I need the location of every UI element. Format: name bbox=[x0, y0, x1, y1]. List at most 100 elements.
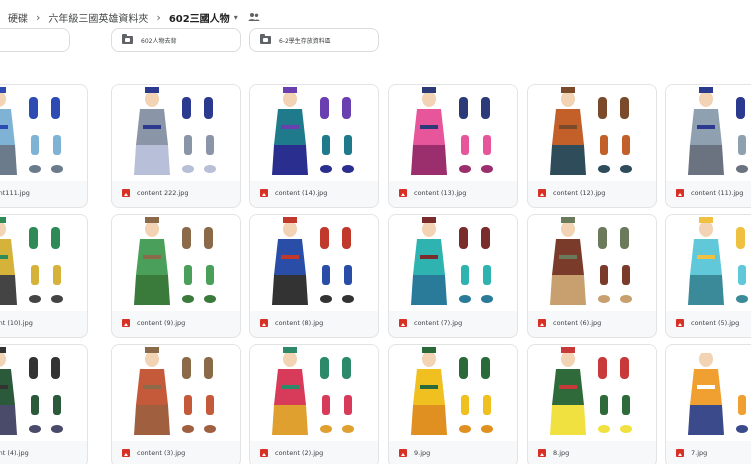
file-card[interactable]: content 222.jpg bbox=[111, 84, 241, 208]
file-name: 7.jpg bbox=[691, 449, 708, 457]
file-name: content (9).jpg bbox=[137, 319, 186, 327]
file-name: content 222.jpg bbox=[137, 189, 189, 197]
chevron-right-icon: › bbox=[156, 10, 161, 24]
file-grid: ontent111.jpg content 222.jpg content (14)… bbox=[0, 0, 751, 464]
file-name: content (12).jpg bbox=[553, 189, 606, 197]
file-card[interactable]: ontent111.jpg bbox=[0, 84, 88, 208]
image-file-icon bbox=[122, 449, 130, 457]
file-label: content (7).jpg bbox=[389, 309, 517, 337]
folder-label-people-cutout: 602人物去背 bbox=[141, 37, 177, 45]
file-thumbnail bbox=[389, 85, 517, 181]
file-thumbnail bbox=[0, 345, 87, 441]
file-card[interactable]: content (9).jpg bbox=[111, 214, 241, 338]
file-card[interactable]: content (5).jpg bbox=[665, 214, 751, 338]
image-file-icon bbox=[676, 449, 684, 457]
file-thumbnail bbox=[0, 215, 87, 311]
file-label: content (12).jpg bbox=[528, 179, 656, 207]
file-thumbnail bbox=[666, 215, 751, 311]
image-file-icon bbox=[676, 319, 684, 327]
file-name: content (11).jpg bbox=[691, 189, 744, 197]
file-thumbnail bbox=[528, 85, 656, 181]
image-file-icon bbox=[676, 189, 684, 197]
file-name: content (6).jpg bbox=[553, 319, 602, 327]
file-thumbnail bbox=[666, 85, 751, 181]
file-label: content (5).jpg bbox=[666, 309, 751, 337]
file-thumbnail bbox=[528, 345, 656, 441]
file-card[interactable]: content (3).jpg bbox=[111, 344, 241, 464]
file-name: 8.jpg bbox=[553, 449, 570, 457]
file-card[interactable]: content (11).jpg bbox=[665, 84, 751, 208]
file-name: content (3).jpg bbox=[137, 449, 186, 457]
file-card[interactable]: ontent (10).jpg bbox=[0, 214, 88, 338]
file-thumbnail bbox=[112, 85, 240, 181]
file-label: content (6).jpg bbox=[528, 309, 656, 337]
file-card[interactable]: content (8).jpg bbox=[249, 214, 379, 338]
file-card[interactable]: content (7).jpg bbox=[388, 214, 518, 338]
file-name: content (5).jpg bbox=[691, 319, 740, 327]
file-label: ontent (10).jpg bbox=[0, 309, 87, 337]
image-file-icon bbox=[399, 449, 407, 457]
file-name: content (8).jpg bbox=[275, 319, 324, 327]
breadcrumb-parent-folder[interactable]: 六年級三國英雄資料夾 bbox=[48, 10, 148, 25]
breadcrumb-drive[interactable]: 硬碟 bbox=[8, 10, 28, 25]
file-label: 9.jpg bbox=[389, 439, 517, 464]
file-thumbnail bbox=[250, 85, 378, 181]
file-thumbnail bbox=[112, 345, 240, 441]
file-card[interactable]: 8.jpg bbox=[527, 344, 657, 464]
file-thumbnail bbox=[528, 215, 656, 311]
file-name: ontent111.jpg bbox=[0, 189, 30, 197]
file-card[interactable]: 7.jpg bbox=[665, 344, 751, 464]
image-file-icon bbox=[122, 319, 130, 327]
file-thumbnail bbox=[250, 345, 378, 441]
image-file-icon bbox=[260, 449, 268, 457]
file-label: content (8).jpg bbox=[250, 309, 378, 337]
shared-people-icon[interactable] bbox=[248, 12, 260, 22]
file-card[interactable]: content (12).jpg bbox=[527, 84, 657, 208]
image-file-icon bbox=[538, 319, 546, 327]
file-card[interactable]: ontent (4).jpg bbox=[0, 344, 88, 464]
breadcrumb: 硬碟 › 六年級三國英雄資料夾 › 602三國人物 ▾ bbox=[0, 0, 751, 34]
file-thumbnail bbox=[250, 215, 378, 311]
image-file-icon bbox=[260, 189, 268, 197]
file-thumbnail bbox=[389, 345, 517, 441]
file-name: content (7).jpg bbox=[414, 319, 463, 327]
file-label: 7.jpg bbox=[666, 439, 751, 464]
file-name: ontent (4).jpg bbox=[0, 449, 29, 457]
folder-label-student-area: 6-2學生存放資料區 bbox=[279, 37, 331, 45]
file-thumbnail bbox=[389, 215, 517, 311]
file-label: ontent111.jpg bbox=[0, 179, 87, 207]
image-file-icon bbox=[260, 319, 268, 327]
chevron-down-icon[interactable]: ▾ bbox=[234, 13, 238, 22]
file-label: content 222.jpg bbox=[112, 179, 240, 207]
file-label: ontent (4).jpg bbox=[0, 439, 87, 464]
file-name: content (14).jpg bbox=[275, 189, 328, 197]
file-card[interactable]: content (14).jpg bbox=[249, 84, 379, 208]
file-thumbnail bbox=[0, 85, 87, 181]
file-card[interactable]: content (2).jpg bbox=[249, 344, 379, 464]
image-file-icon bbox=[399, 319, 407, 327]
file-label: content (3).jpg bbox=[112, 439, 240, 464]
image-file-icon bbox=[538, 449, 546, 457]
file-name: content (2).jpg bbox=[275, 449, 324, 457]
file-label: content (2).jpg bbox=[250, 439, 378, 464]
shared-folder-icon bbox=[122, 34, 133, 44]
image-file-icon bbox=[538, 189, 546, 197]
file-card[interactable]: 9.jpg bbox=[388, 344, 518, 464]
file-name: content (13).jpg bbox=[414, 189, 467, 197]
image-file-icon bbox=[122, 189, 130, 197]
file-card[interactable]: content (13).jpg bbox=[388, 84, 518, 208]
file-name: ontent (10).jpg bbox=[0, 319, 33, 327]
file-label: content (11).jpg bbox=[666, 179, 751, 207]
file-label: 8.jpg bbox=[528, 439, 656, 464]
shared-folder-icon bbox=[260, 34, 271, 44]
file-card[interactable]: content (6).jpg bbox=[527, 214, 657, 338]
chevron-right-icon: › bbox=[36, 10, 41, 24]
file-label: content (13).jpg bbox=[389, 179, 517, 207]
file-label: content (14).jpg bbox=[250, 179, 378, 207]
file-name: 9.jpg bbox=[414, 449, 431, 457]
file-thumbnail bbox=[112, 215, 240, 311]
file-label: content (9).jpg bbox=[112, 309, 240, 337]
image-file-icon bbox=[399, 189, 407, 197]
file-thumbnail bbox=[666, 345, 751, 441]
breadcrumb-current-folder[interactable]: 602三國人物 bbox=[169, 10, 230, 25]
